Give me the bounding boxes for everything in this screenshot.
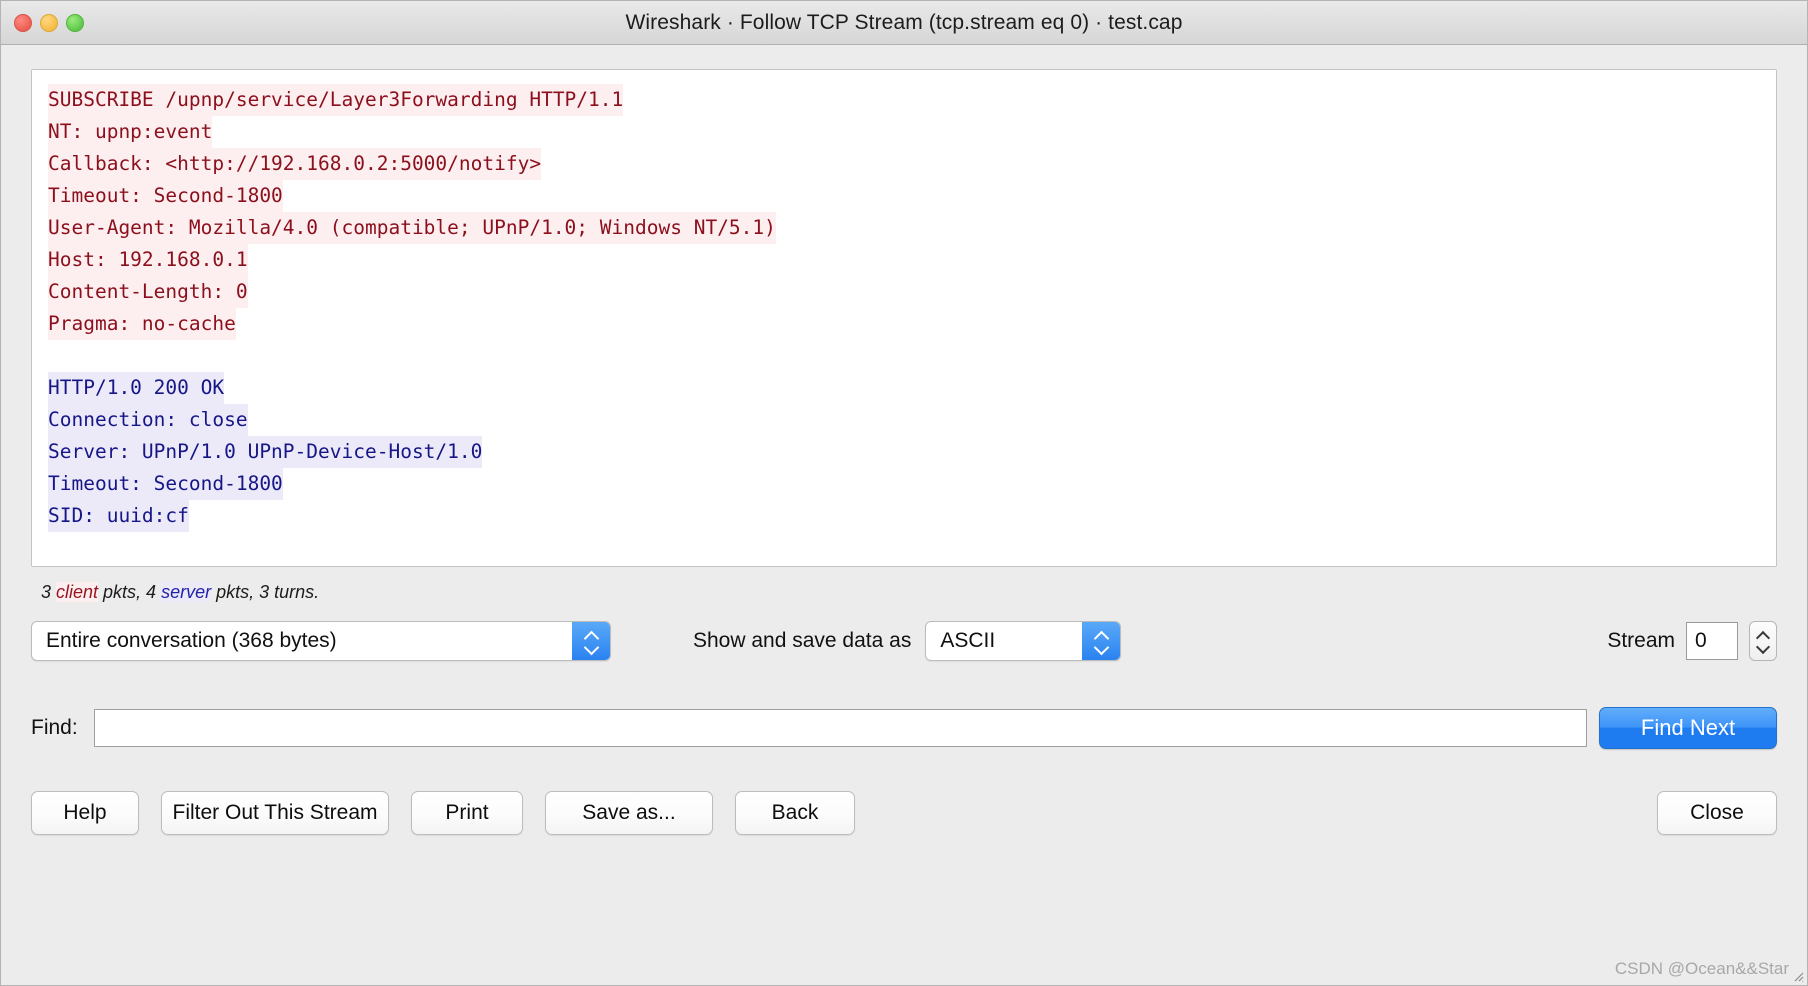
chevron-up-icon [1095,632,1108,640]
stream-line-client: Content-Length: 0 [48,276,248,308]
follow-tcp-stream-window: Wireshark · Follow TCP Stream (tcp.strea… [0,0,1808,986]
stream-number-stepper[interactable] [1749,621,1777,661]
find-input[interactable] [94,709,1587,747]
conversation-select-stepper-icon[interactable] [572,622,610,660]
stream-line-client: Timeout: Second-1800 [48,180,283,212]
show-and-save-label: Show and save data as [693,629,911,653]
dialog-button-row: Help Filter Out This Stream Print Save a… [31,793,1777,839]
server-keyword: server [161,582,211,602]
data-format-select-value: ASCII [940,629,995,653]
data-format-select-stepper-icon[interactable] [1082,622,1120,660]
zoom-window-icon[interactable] [66,14,84,32]
stream-text-content: SUBSCRIBE /upnp/service/Layer3Forwarding… [48,84,1760,532]
stream-number-input[interactable]: 0 [1686,622,1738,660]
conversation-select-value: Entire conversation (368 bytes) [46,629,337,653]
stream-line-client: SUBSCRIBE /upnp/service/Layer3Forwarding… [48,84,623,116]
print-button[interactable]: Print [411,791,523,835]
stream-label: Stream [1607,629,1675,653]
stream-line-server: Timeout: Second-1800 [48,468,283,500]
summary-middle: pkts, 4 [98,582,161,602]
find-next-button[interactable]: Find Next [1599,707,1777,749]
close-window-icon[interactable] [14,14,32,32]
client-pkt-count: 3 [41,582,56,602]
stream-number-group: Stream 0 [1607,621,1777,661]
chevron-up-icon[interactable] [1757,632,1769,639]
data-format-select[interactable]: ASCII [925,621,1121,661]
stream-controls-row: Entire conversation (368 bytes) Show and… [31,619,1777,663]
stream-line-client: NT: upnp:event [48,116,212,148]
client-keyword: client [56,582,98,602]
back-button[interactable]: Back [735,791,855,835]
save-as-button[interactable]: Save as... [545,791,713,835]
dialog-content: SUBSCRIBE /upnp/service/Layer3Forwarding… [1,45,1807,985]
stream-line-server: HTTP/1.0 200 OK [48,372,224,404]
title-bar: Wireshark · Follow TCP Stream (tcp.strea… [1,1,1807,45]
summary-tail: pkts, 3 turns. [211,582,319,602]
stream-line-client: Callback: <http://192.168.0.2:5000/notif… [48,148,541,180]
chevron-down-icon [585,643,598,651]
find-label: Find: [31,716,78,740]
stream-line-client: Host: 192.168.0.1 [48,244,248,276]
stream-line-server: SID: uuid:cf [48,500,189,532]
stream-line-server: Connection: close [48,404,248,436]
stream-line-client: Pragma: no-cache [48,308,236,340]
close-button[interactable]: Close [1657,791,1777,835]
window-title: Wireshark · Follow TCP Stream (tcp.strea… [625,11,1182,35]
chevron-down-icon [1095,643,1108,651]
help-button[interactable]: Help [31,791,139,835]
stream-text-view[interactable]: SUBSCRIBE /upnp/service/Layer3Forwarding… [31,69,1777,567]
chevron-down-icon[interactable] [1757,644,1769,651]
minimize-window-icon[interactable] [40,14,58,32]
stream-line-client: User-Agent: Mozilla/4.0 (compatible; UPn… [48,212,776,244]
conversation-select[interactable]: Entire conversation (368 bytes) [31,621,611,661]
stream-line-server: Server: UPnP/1.0 UPnP-Device-Host/1.0 [48,436,482,468]
stream-line-blank [48,340,60,372]
find-row: Find: Find Next [31,707,1777,749]
watermark-text: CSDN @Ocean&&Star [1615,959,1789,979]
filter-out-this-stream-button[interactable]: Filter Out This Stream [161,791,389,835]
resize-grip-icon[interactable] [1792,970,1804,982]
packet-summary-line: 3 client pkts, 4 server pkts, 3 turns. [41,579,1775,605]
traffic-light-buttons [14,1,84,44]
